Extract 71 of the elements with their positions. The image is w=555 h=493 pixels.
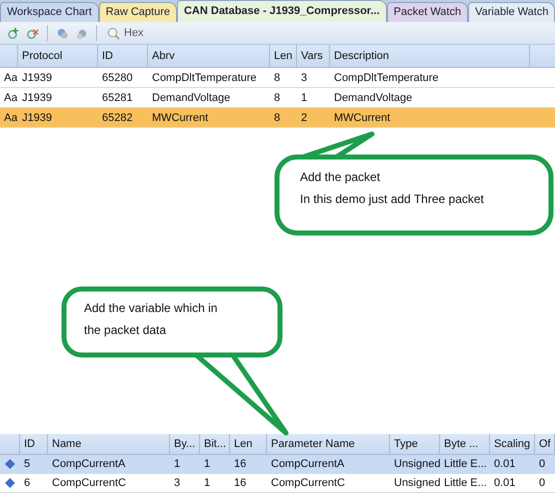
tab[interactable]: CAN Database - J1939_Compressor... [176,0,387,22]
table-cell-text: 8 [273,92,282,104]
table-cell-text: 1 [203,477,212,489]
column-header[interactable]: Abrv [148,45,270,67]
tab[interactable]: Workspace Chart [0,2,99,22]
column-header[interactable]: Scaling [490,434,535,454]
column-header[interactable]: Vars [297,45,330,67]
column-header[interactable]: Byte ... [440,434,490,454]
row-marker: Aa [3,112,18,124]
table-cell-text: 16 [233,477,248,489]
callout-text: Add the packet [300,170,382,184]
table-cell-text: CompCurrentA [51,458,126,470]
table-cell-text: J1939 [21,112,53,124]
table-cell-text: 65280 [101,72,134,84]
tab[interactable]: Packet Watch [386,2,468,22]
column-header[interactable]: Type [390,434,440,454]
table-cell-text: CompDltTemperature [151,72,258,84]
column-header[interactable]: Len [270,45,297,67]
table-cell-text: Little E... [443,477,488,489]
column-header[interactable]: Bit... [200,434,230,454]
search-icon [106,26,121,40]
table-cell-text: Unsigned [393,458,440,470]
column-header[interactable]: Name [48,434,170,454]
table-cell-text: 0.01 [493,458,516,470]
column-header[interactable]: Of [535,434,555,454]
table-cell-text: CompCurrentC [270,477,346,489]
callout-text: In this demo just add Three packet [300,192,484,206]
row-marker: Aa [3,92,18,104]
table-cell-text: J1939 [21,92,53,104]
table-cell-text: 6 [23,477,32,489]
table-cell-text: DemandVoltage [333,92,414,104]
table-cell-text: 8 [273,112,282,124]
column-header[interactable]: ID [98,45,148,67]
table-cell-text: Little E... [443,458,488,470]
table-cell-text: CompDltTemperature [333,72,440,84]
column-header[interactable]: Len [230,434,267,454]
tab[interactable]: Raw Capture [98,2,177,22]
callout-text: the packet data [84,323,168,337]
table-cell-text: DemandVoltage [151,92,232,104]
table-row[interactable]: 5 CompCurrentA 1 1 16 CompCurrentA Unsigned Little E... 0.01 0 [0,455,555,474]
table-cell-text: Unsigned [393,477,440,489]
table-cell-text: 1 [173,458,182,470]
table-cell-text: CompCurrentA [270,458,346,470]
table-cell-text: MWCurrent [151,112,210,124]
table-cell-text: 65282 [101,112,134,124]
table-cell-text: 1 [203,458,212,470]
table-cell-text: 16 [233,458,248,470]
table-cell-text: 3 [173,477,182,489]
add-icon[interactable] [6,26,21,40]
table-cell-text: 0.01 [493,477,516,489]
column-header[interactable]: ID [20,434,48,454]
column-header[interactable]: Description [330,45,530,67]
column-header[interactable]: By... [170,434,200,454]
table-cell-text: CompCurrentC [51,477,127,489]
tab[interactable]: Variable Watch [468,2,555,22]
table-cell-text: 65281 [101,92,134,104]
table-cell-text: MWCurrent [333,112,392,124]
table-cell-text: 8 [273,72,282,84]
table-cell-text: 3 [300,72,308,84]
table-cell-text: 5 [23,458,32,470]
callout-text: Add the variable which in [84,301,218,315]
table-cell-text: 0 [538,458,546,470]
row-marker: Aa [3,72,18,84]
table-cell-text: J1939 [21,72,53,84]
column-header[interactable]: Protocol [18,45,98,67]
table-cell-text: 0 [538,477,546,489]
table-cell-text: 2 [300,112,308,124]
table-row[interactable]: Aa J1939 65282 MWCurrent 8 2 MWCurrent [0,108,555,128]
hex-button[interactable]: Hex [104,26,146,40]
table-cell-text: 1 [300,92,308,104]
column-header[interactable]: Parameter Name [267,434,390,454]
